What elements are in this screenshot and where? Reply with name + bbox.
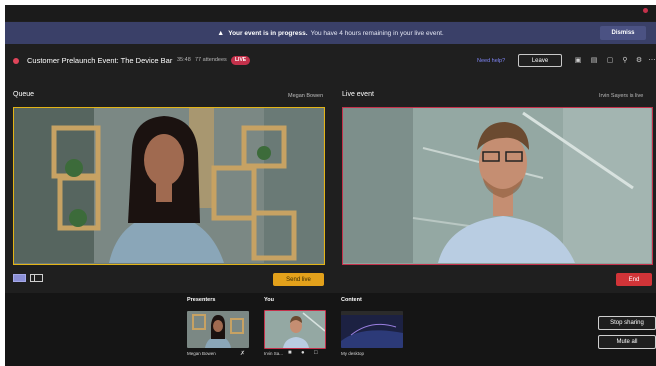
event-icon [13,58,19,64]
close-icon[interactable] [643,8,648,13]
event-title: Customer Prelaunch Event: The Device Bar [27,56,173,65]
teams-live-event-window: ▲ Your event is in progress. You have 4 … [5,5,656,366]
mute-all-button[interactable]: Mute all [598,335,656,349]
stop-sharing-button[interactable]: Stop sharing [598,316,656,330]
content-thumbnail-name: My desktop [341,351,365,356]
queue-presenter-name: Megan Bowen [288,93,324,99]
send-live-button[interactable]: Send live [273,273,324,286]
presenter-thumbnail-name: Megan Bowen [187,351,216,356]
you-thumbnail-name: Irvin Sa... [264,351,284,356]
event-progress-banner: ▲ Your event is in progress. You have 4 … [5,22,656,44]
presenters-label: Presenters [187,297,216,303]
chat-icon[interactable]: ▣ [574,57,582,65]
need-help-link[interactable]: Need help? [477,58,505,64]
leave-button[interactable]: Leave [518,54,562,67]
share-screen-icon[interactable]: □ [314,350,318,356]
camera-icon[interactable]: ■ [288,350,292,356]
you-thumbnail[interactable] [264,310,326,349]
banner-bold-text: Your event is in progress. [228,29,308,37]
live-presenter-status: Irvin Sayers is live [599,93,644,99]
queue-label: Queue [13,91,35,98]
title-strip [5,5,656,21]
live-event-label: Live event [342,91,374,98]
queue-video-frame [14,108,323,263]
single-layout-icon[interactable] [13,274,26,282]
mic-icon[interactable]: ● [301,350,305,356]
you-label: You [264,297,274,303]
queue-video[interactable] [13,107,325,265]
you-thumbnail-frame [265,311,325,348]
mic-off-icon[interactable]: ✗ [240,350,245,357]
event-timer: 35:48 [177,57,191,63]
bottom-tray: Presenters You Content Megan Bowen ✗ Irv… [5,293,656,366]
presenter-thumbnail[interactable] [187,311,249,348]
more-icon[interactable]: ⋯ [648,57,656,65]
dismiss-button[interactable]: Dismiss [600,26,646,40]
attendee-count: 77 attendees [195,57,227,63]
qa-icon[interactable]: ▢ [606,57,614,65]
settings-icon[interactable]: ⚙ [635,57,643,65]
content-thumbnail-frame [341,311,403,348]
side-by-side-layout-icon[interactable] [30,274,43,282]
event-header: Customer Prelaunch Event: The Device Bar… [5,49,656,73]
content-thumbnail[interactable] [341,311,403,348]
warning-icon: ▲ [217,29,225,37]
people-icon[interactable]: ⚲ [621,57,629,65]
content-label: Content [341,297,362,303]
presenter-thumbnail-frame [187,311,249,348]
live-badge: LIVE [231,56,251,65]
live-video[interactable] [342,107,653,265]
live-video-frame [343,108,651,263]
end-button[interactable]: End [616,273,652,286]
notes-icon[interactable]: ▤ [590,57,598,65]
banner-text: You have 4 hours remaining in your live … [310,29,444,37]
